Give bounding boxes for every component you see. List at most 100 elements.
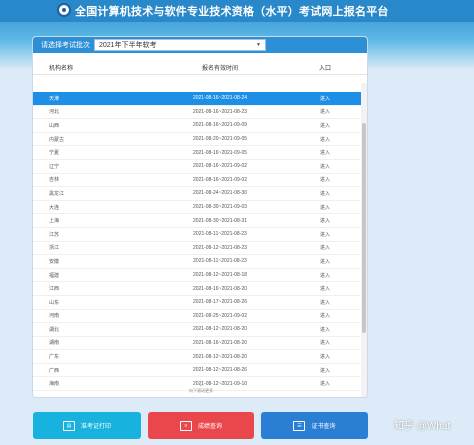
table-row[interactable]: 安徽 2021-08-11~2021-08-23 进入 xyxy=(33,255,361,269)
seal-logo-icon xyxy=(57,3,71,17)
table-row[interactable]: 河南 2021-08-25~2021-09-02 进入 xyxy=(33,310,361,324)
registration-period: 2021-08-16~2021-09-02 xyxy=(192,163,248,170)
scroll-more-hint[interactable]: ⌄ 向下滚动更多 xyxy=(173,382,229,394)
column-entry: 入口 xyxy=(318,66,331,72)
institution-name: 内蒙古 xyxy=(49,136,65,143)
entry-link[interactable]: 进入 xyxy=(295,122,355,129)
registration-period: 2021-08-30~2021-08-31 xyxy=(192,217,248,224)
table-row[interactable]: 山东 2021-08-17~2021-08-26 进入 xyxy=(33,296,361,310)
institution-name: 福建 xyxy=(49,272,60,279)
table-row[interactable]: 大连 2021-08-30~2021-09-03 进入 xyxy=(33,201,361,215)
institution-name: 浙江 xyxy=(49,245,60,252)
entry-link[interactable]: 进入 xyxy=(295,258,355,265)
exam-institution-panel: 请选择考试批次 2021年下半年软考 ▼ 机构名称 报名有效时间 入口 天津 20… xyxy=(32,36,368,398)
certificate-query-button[interactable]: ☰ 证书查询 xyxy=(261,412,368,439)
entry-link[interactable]: 进入 xyxy=(295,204,355,211)
list-scrollbar[interactable] xyxy=(361,83,367,397)
table-row[interactable]: 湖南 2021-08-16~2021-08-20 进入 xyxy=(33,337,361,351)
table-row[interactable]: 河北 2021-08-16~2021-08-23 进入 xyxy=(33,106,361,120)
scroll-thumb[interactable] xyxy=(362,123,366,333)
entry-link[interactable]: 进入 xyxy=(295,163,355,170)
institution-name: 江西 xyxy=(49,286,60,293)
institution-name: 海南 xyxy=(49,381,60,388)
entry-link[interactable]: 进入 xyxy=(295,299,355,306)
table-row[interactable]: 内蒙古 2021-08-20~2021-09-05 进入 xyxy=(33,133,361,147)
registration-period: 2021-08-16~2021-08-23 xyxy=(192,108,248,115)
batch-select-value: 2021年下半年软考 xyxy=(99,42,157,49)
entry-link[interactable]: 进入 xyxy=(295,190,355,197)
registration-period: 2021-08-16~2021-08-24 xyxy=(192,95,248,102)
entry-link[interactable]: 进入 xyxy=(295,149,355,156)
entry-link[interactable]: 进入 xyxy=(295,353,355,360)
institution-name: 辽宁 xyxy=(49,163,60,170)
entry-link[interactable]: 进入 xyxy=(295,108,355,115)
institution-name: 吉林 xyxy=(49,177,60,184)
entry-link[interactable]: 进入 xyxy=(295,217,355,224)
registration-period: 2021-08-12~2021-08-26 xyxy=(192,367,248,374)
registration-period: 2021-08-20~2021-09-05 xyxy=(192,136,248,143)
print-admission-button[interactable]: ▤ 准考证打印 xyxy=(33,412,141,439)
registration-period: 2021-08-16~2021-08-20 xyxy=(192,285,248,292)
entry-link[interactable]: 进入 xyxy=(295,285,355,292)
column-institution: 机构名称 xyxy=(49,66,74,72)
institution-name: 江苏 xyxy=(49,231,60,238)
top-bar: 全国计算机技术与软件专业技术资格（水平）考试网上报名平台 xyxy=(0,0,474,22)
entry-link[interactable]: 进入 xyxy=(295,380,355,387)
table-row[interactable]: 福建 2021-08-12~2021-08-18 进入 xyxy=(33,269,361,283)
institution-name: 大连 xyxy=(49,204,60,211)
institution-name: 山西 xyxy=(49,122,60,129)
column-period: 报名有效时间 xyxy=(201,66,238,72)
table-row[interactable]: 宁夏 2021-08-16~2021-09-05 进入 xyxy=(33,146,361,160)
table-row[interactable]: 广东 2021-08-12~2021-08-20 进入 xyxy=(33,350,361,364)
institution-name: 广西 xyxy=(49,367,60,374)
entry-link[interactable]: 进入 xyxy=(295,339,355,346)
batch-select[interactable]: 2021年下半年软考 ▼ xyxy=(94,39,266,51)
registration-period: 2021-08-24~2021-08-30 xyxy=(192,190,248,197)
table-row[interactable]: 江西 2021-08-16~2021-08-20 进入 xyxy=(33,282,361,296)
entry-link[interactable]: 进入 xyxy=(295,326,355,333)
registration-period: 2021-08-11~2021-08-23 xyxy=(193,231,247,238)
registration-period: 2021-08-16~2021-09-02 xyxy=(192,176,248,183)
registration-period: 2021-08-12~2021-08-20 xyxy=(192,326,248,333)
print-admission-label: 准考证打印 xyxy=(80,424,111,430)
table-row[interactable]: 上海 2021-08-30~2021-08-31 进入 xyxy=(33,214,361,228)
institution-name: 上海 xyxy=(49,218,60,225)
table-row[interactable]: 山西 2021-08-16~2021-09-09 进入 xyxy=(33,119,361,133)
registration-period: 2021-08-12~2021-08-18 xyxy=(192,272,248,279)
institution-name: 安徽 xyxy=(49,258,60,265)
entry-link[interactable]: 进入 xyxy=(295,136,355,143)
table-row[interactable]: 黑龙江 2021-08-24~2021-08-30 进入 xyxy=(33,187,361,201)
registration-period: 2021-08-17~2021-08-26 xyxy=(192,299,248,306)
institution-list: 天津 2021-08-16~2021-08-24 进入 河北 2021-08-16~20… xyxy=(33,92,361,392)
institution-name: 湖南 xyxy=(49,340,60,347)
site-title: 全国计算机技术与软件专业技术资格（水平）考试网上报名平台 xyxy=(75,6,389,18)
entry-link[interactable]: 进入 xyxy=(295,231,355,238)
entry-link[interactable]: 进入 xyxy=(295,272,355,279)
table-row[interactable]: 吉林 2021-08-16~2021-09-02 进入 xyxy=(33,174,361,188)
certificate-icon: ☰ xyxy=(293,420,306,431)
registration-period: 2021-08-16~2021-08-20 xyxy=(192,339,248,346)
table-row[interactable]: 广西 2021-08-12~2021-08-26 进入 xyxy=(33,364,361,378)
registration-period: 2021-08-30~2021-09-03 xyxy=(192,204,248,211)
institution-name: 山东 xyxy=(49,299,60,306)
score-query-button[interactable]: ≡ 成绩查询 xyxy=(148,412,254,439)
registration-period: 2021-08-11~2021-08-23 xyxy=(193,258,247,265)
registration-period: 2021-08-25~2021-09-02 xyxy=(192,312,248,319)
score-sheet-icon: ≡ xyxy=(179,420,192,431)
institution-name: 河南 xyxy=(49,313,60,320)
chevron-down-icon: ▼ xyxy=(256,42,261,48)
table-row[interactable]: 天津 2021-08-16~2021-08-24 进入 xyxy=(33,92,361,106)
institution-name: 广东 xyxy=(49,354,60,361)
table-row[interactable]: 湖北 2021-08-12~2021-08-20 进入 xyxy=(33,323,361,337)
table-row[interactable]: 浙江 2021-08-12~2021-08-23 进入 xyxy=(33,242,361,256)
registration-period: 2021-08-12~2021-08-20 xyxy=(192,353,248,360)
table-header: 机构名称 报名有效时间 入口 xyxy=(33,61,367,75)
entry-link[interactable]: 进入 xyxy=(295,176,355,183)
registration-period: 2021-08-12~2021-08-23 xyxy=(192,244,248,251)
entry-link[interactable]: 进入 xyxy=(295,367,355,374)
entry-link[interactable]: 进入 xyxy=(295,244,355,251)
entry-link[interactable]: 进入 xyxy=(295,95,355,102)
table-row[interactable]: 辽宁 2021-08-16~2021-09-02 进入 xyxy=(33,160,361,174)
table-row[interactable]: 江苏 2021-08-11~2021-08-23 进入 xyxy=(33,228,361,242)
entry-link[interactable]: 进入 xyxy=(295,312,355,319)
